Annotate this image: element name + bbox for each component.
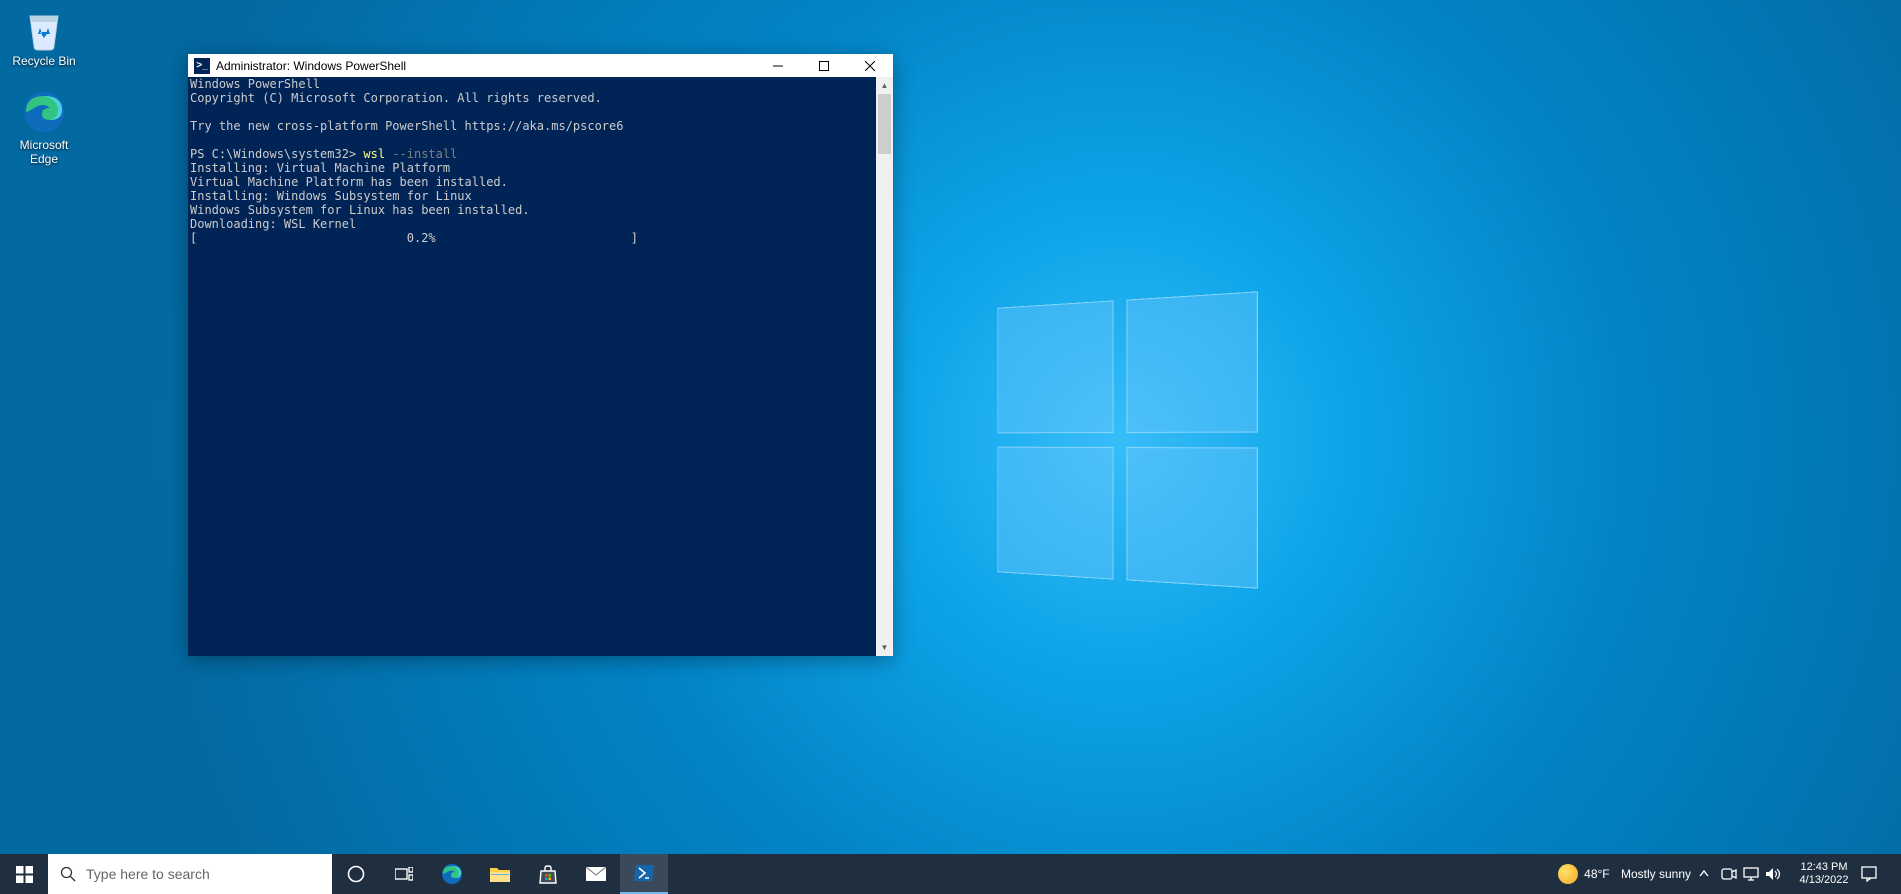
desktop-icon-edge[interactable]: Microsoft Edge: [6, 88, 82, 166]
taskbar-app-edge[interactable]: [428, 854, 476, 894]
taskbar-app-powershell[interactable]: [620, 854, 668, 894]
task-view-button[interactable]: [380, 854, 428, 894]
folder-icon: [489, 865, 511, 883]
maximize-button[interactable]: [801, 54, 847, 77]
chevron-up-icon: [1699, 869, 1709, 879]
close-button[interactable]: [847, 54, 893, 77]
system-tray: 12:43 PM 4/13/2022: [1699, 854, 1901, 894]
circle-icon: [347, 865, 365, 883]
windows-icon: [16, 866, 33, 883]
powershell-icon: >_: [194, 58, 210, 74]
scroll-down-button[interactable]: ▼: [876, 639, 893, 656]
tray-date: 4/13/2022: [1791, 874, 1857, 887]
search-icon: [60, 866, 76, 882]
window-title: Administrator: Windows PowerShell: [216, 59, 406, 73]
tray-action-center[interactable]: [1861, 866, 1895, 882]
search-box[interactable]: Type here to search: [48, 854, 332, 894]
desktop-icon-label: Recycle Bin: [6, 54, 82, 68]
tray-network[interactable]: [1743, 867, 1765, 881]
edge-icon: [440, 862, 464, 886]
scrollbar[interactable]: ▲ ▼: [876, 77, 893, 656]
desktop-icon-label: Microsoft Edge: [6, 138, 82, 166]
store-icon: [537, 863, 559, 885]
weather-desc: Mostly sunny: [1621, 867, 1691, 881]
weather-temp: 48°F: [1584, 867, 1609, 881]
taskbar: Type here to search 48°F Mostly sunny: [0, 854, 1901, 894]
taskbar-app-mail[interactable]: [572, 854, 620, 894]
tray-time: 12:43 PM: [1791, 861, 1857, 874]
desktop-icon-recycle-bin[interactable]: Recycle Bin: [6, 4, 82, 68]
edge-icon: [20, 88, 68, 136]
mail-icon: [585, 866, 607, 882]
taskbar-app-explorer[interactable]: [476, 854, 524, 894]
scroll-up-button[interactable]: ▲: [876, 77, 893, 94]
task-view-icon: [395, 867, 413, 881]
cortana-button[interactable]: [332, 854, 380, 894]
powershell-icon: [633, 864, 655, 882]
wallpaper-windows-logo: [997, 291, 1257, 588]
start-button[interactable]: [0, 854, 48, 894]
terminal-output[interactable]: Windows PowerShell Copyright (C) Microso…: [188, 77, 876, 656]
notification-icon: [1861, 866, 1877, 882]
tray-meet-now[interactable]: [1721, 868, 1743, 880]
weather-sun-icon: [1558, 864, 1578, 884]
taskbar-app-store[interactable]: [524, 854, 572, 894]
network-icon: [1743, 867, 1759, 881]
scroll-thumb[interactable]: [878, 94, 891, 154]
window-titlebar[interactable]: >_ Administrator: Windows PowerShell: [188, 54, 893, 77]
speaker-icon: [1765, 867, 1781, 881]
tray-overflow-button[interactable]: [1699, 869, 1721, 879]
search-placeholder: Type here to search: [86, 866, 210, 882]
minimize-button[interactable]: [755, 54, 801, 77]
recycle-bin-icon: [20, 4, 68, 52]
weather-widget[interactable]: 48°F Mostly sunny: [1550, 854, 1699, 894]
camera-icon: [1721, 868, 1737, 880]
tray-volume[interactable]: [1765, 867, 1787, 881]
powershell-window: >_ Administrator: Windows PowerShell Win…: [188, 54, 893, 656]
tray-clock[interactable]: 12:43 PM 4/13/2022: [1787, 855, 1861, 893]
